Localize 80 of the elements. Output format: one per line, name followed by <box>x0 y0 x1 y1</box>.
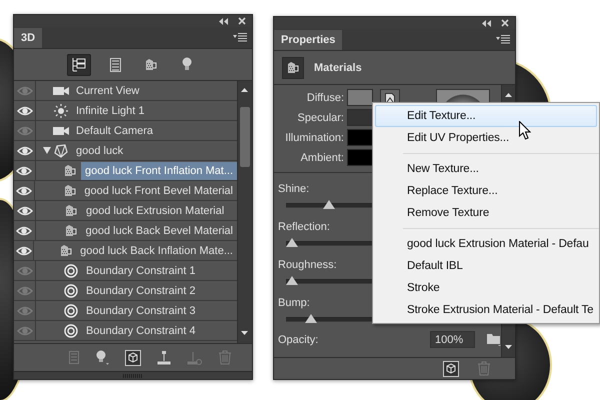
layer-name[interactable]: Boundary Constraint 4 <box>82 322 200 340</box>
collapse-icon[interactable] <box>482 20 491 26</box>
slider-thumb[interactable] <box>286 276 298 285</box>
mesh-icon <box>54 144 68 158</box>
cube-icon[interactable] <box>443 360 459 376</box>
expanded-triangle-icon[interactable] <box>43 147 51 154</box>
mouse-cursor-icon <box>519 121 531 140</box>
slider-label: Roughness: <box>278 259 337 273</box>
collapse-icon[interactable] <box>219 18 228 24</box>
scroll-down-icon[interactable] <box>505 345 512 349</box>
camera-icon <box>53 86 69 96</box>
swatch-label: Illumination: <box>284 132 345 144</box>
filter-button[interactable] <box>67 54 91 76</box>
slider-thumb[interactable] <box>304 314 317 323</box>
material-icon <box>287 61 299 74</box>
slider-label: Bump: <box>278 297 310 311</box>
panel-tab[interactable]: 3D <box>14 28 42 48</box>
layer-name[interactable]: Boundary Constraint 3 <box>82 302 200 320</box>
material-icon <box>65 204 77 217</box>
layer-name[interactable]: Default Camera <box>72 122 158 140</box>
layer-name[interactable]: Boundary Constraint 2 <box>82 282 200 300</box>
folder-icon[interactable] <box>487 333 501 346</box>
layer-name[interactable]: Boundary Constraint 1 <box>82 262 200 280</box>
slider-thumb[interactable] <box>323 200 336 209</box>
swatch-label: Ambient: <box>300 152 345 164</box>
scroll-down-icon[interactable] <box>241 331 248 335</box>
section-title: Materials <box>314 62 362 74</box>
layer-name[interactable]: good luck Front Inflation Mat... <box>81 162 237 180</box>
layer-name[interactable]: good luck Front Bevel Material <box>80 182 237 200</box>
material-icon <box>64 224 77 237</box>
menu-item[interactable]: Edit UV Properties... <box>375 127 597 149</box>
close-icon[interactable] <box>238 17 246 25</box>
scrollbar[interactable] <box>237 81 252 343</box>
target-icon <box>64 264 78 278</box>
scroll-up-icon[interactable] <box>505 93 512 97</box>
slider-thumb[interactable] <box>286 238 298 247</box>
menu-item[interactable]: Edit Texture... <box>375 105 597 127</box>
panel-tab[interactable]: Properties <box>274 30 342 50</box>
close-icon[interactable] <box>501 19 509 27</box>
panel-menu-icon[interactable] <box>233 33 247 42</box>
layer-name[interactable]: good luck Back Bevel Material <box>82 222 237 240</box>
layer-name[interactable]: Current View <box>72 82 144 100</box>
camera-icon <box>53 126 69 136</box>
menu-item[interactable]: Remove Texture <box>375 202 597 224</box>
menu-item[interactable]: Stroke <box>375 277 597 299</box>
cube-icon[interactable] <box>125 350 141 366</box>
menu-item[interactable]: New Texture... <box>375 158 597 180</box>
slider-label: Shine: <box>278 183 310 197</box>
menu-item[interactable]: good luck Extrusion Material - Defau <box>375 233 597 255</box>
color-swatch[interactable] <box>347 129 373 146</box>
target-icon <box>64 324 78 338</box>
scrollbar-thumb[interactable] <box>240 107 250 167</box>
menu-item[interactable]: Default IBL <box>375 255 597 277</box>
color-swatch[interactable] <box>347 109 373 126</box>
layer-name[interactable]: good luck Extrusion Material <box>82 202 228 220</box>
material-icon <box>145 58 157 71</box>
slider-label: Reflection: <box>278 221 330 235</box>
material-icon <box>64 164 76 177</box>
color-swatch[interactable] <box>347 149 373 166</box>
scroll-up-icon[interactable] <box>241 88 248 92</box>
layer-name[interactable]: Infinite Light 1 <box>72 102 148 120</box>
color-swatch[interactable] <box>347 89 373 106</box>
menu-item[interactable]: Replace Texture... <box>375 180 597 202</box>
material-icon <box>60 244 72 257</box>
bulb-icon <box>182 57 192 72</box>
bulb-icon[interactable] <box>95 350 109 365</box>
panel-menu-icon[interactable] <box>496 35 510 44</box>
sun-icon <box>54 104 68 118</box>
swatch-label: Diffuse: <box>306 92 345 104</box>
menu-item[interactable]: Stroke Extrusion Material - Default Te <box>375 299 597 321</box>
target-icon <box>64 284 78 298</box>
layer-name[interactable]: good luck <box>72 142 128 160</box>
swatch-label: Specular: <box>296 112 345 124</box>
mesh-filter-icon <box>110 58 120 72</box>
target-icon <box>64 304 78 318</box>
scene-tree-icon <box>71 56 87 72</box>
opacity-label: Opacity: <box>278 334 320 346</box>
material-icon <box>64 184 76 197</box>
layer-name[interactable]: good luck Back Inflation Mate... <box>76 242 237 260</box>
opacity-field[interactable]: 100% <box>430 331 475 348</box>
